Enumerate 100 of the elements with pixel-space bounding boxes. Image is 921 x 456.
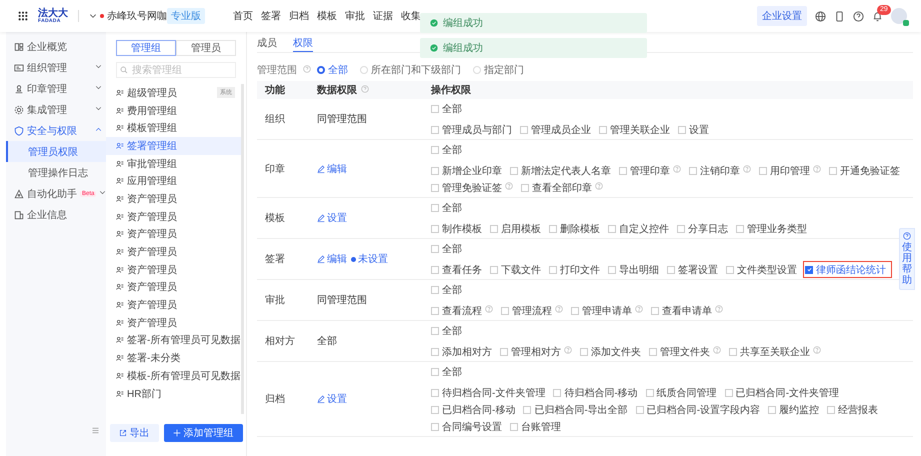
avatar[interactable]: [891, 8, 907, 24]
nav-link[interactable]: 证据: [373, 9, 393, 23]
group-list-item[interactable]: 资产管理员: [106, 260, 241, 279]
segment-tab[interactable]: 管理员: [176, 40, 236, 56]
permission-checkbox[interactable]: 已归档合同-设置字段内容: [636, 403, 760, 416]
permission-checkbox[interactable]: 已归档合同-文件夹管理: [724, 386, 840, 399]
permission-checkbox[interactable]: 用印管理: [759, 164, 821, 177]
permission-checkbox[interactable]: 启用模板: [490, 222, 541, 235]
group-list-item[interactable]: 费用管理组: [106, 102, 241, 120]
permission-checkbox[interactable]: 共享至关联企业: [729, 345, 821, 358]
company-switcher[interactable]: 赤峰玖号网咖: [89, 9, 167, 23]
group-list-item[interactable]: 资产管理员: [106, 296, 241, 314]
nav-link[interactable]: 收集: [401, 9, 421, 23]
permission-checkbox[interactable]: 纸质合同管理: [646, 386, 717, 399]
permission-checkbox[interactable]: 管理免验证签: [431, 181, 513, 194]
permission-checkbox[interactable]: 律师函结论统计: [805, 263, 890, 276]
permission-checkbox[interactable]: 已归档合同-移动: [431, 403, 516, 416]
sidebar-item[interactable]: 企业信息: [6, 204, 106, 225]
select-all-checkbox[interactable]: 全部: [431, 102, 462, 115]
scope-radio[interactable]: 所在部门和下级部门: [360, 63, 461, 77]
permission-checkbox[interactable]: 待归档合同-移动: [553, 386, 638, 399]
group-list-item[interactable]: 签署-未分类: [106, 349, 241, 367]
permission-checkbox[interactable]: 删除模板: [549, 222, 600, 235]
search-field[interactable]: 搜索管理组: [116, 62, 236, 78]
group-list-item[interactable]: 模板-所有管理员可见数据: [106, 367, 241, 385]
permission-checkbox[interactable]: 管理印章: [619, 164, 681, 177]
sidebar-item[interactable]: 企业概览: [6, 36, 106, 57]
group-list-item[interactable]: 审批管理组: [106, 154, 241, 172]
permission-checkbox[interactable]: 合同编号设置: [431, 420, 502, 433]
group-list-item[interactable]: 资产管理员: [106, 190, 241, 208]
sidebar-item[interactable]: 印章管理: [6, 78, 106, 99]
permission-checkbox[interactable]: 添加文件夹: [580, 345, 641, 358]
export-button[interactable]: 导出: [110, 424, 158, 442]
permission-checkbox[interactable]: 管理流程: [501, 304, 563, 317]
group-list-item[interactable]: 资产管理员: [106, 243, 241, 261]
group-list-item[interactable]: 签署-所有管理员可见数据: [106, 332, 241, 350]
nav-link[interactable]: 归档: [289, 9, 309, 23]
help-tab[interactable]: 使用帮助: [899, 228, 915, 290]
select-all-checkbox[interactable]: 全部: [431, 201, 462, 214]
group-list-item[interactable]: 资产管理员: [106, 208, 241, 226]
edit-link[interactable]: 编辑: [317, 162, 347, 176]
permission-checkbox[interactable]: 导出明细: [608, 263, 659, 276]
sidebar-subitem[interactable]: 管理操作日志: [6, 162, 106, 183]
permission-checkbox[interactable]: 管理相对方: [500, 345, 572, 358]
permission-checkbox[interactable]: 已归档合同-导出全部: [523, 403, 628, 416]
permission-checkbox[interactable]: 下载文件: [490, 263, 541, 276]
permission-checkbox[interactable]: 新增企业印章: [431, 164, 502, 177]
edit-link[interactable]: 设置: [317, 392, 347, 406]
permission-checkbox[interactable]: 待归档合同-文件夹管理: [431, 386, 546, 399]
group-list-item[interactable]: 模板管理组: [106, 119, 241, 138]
sidebar-item[interactable]: 安全与权限: [6, 120, 106, 141]
add-group-button[interactable]: 添加管理组: [164, 424, 242, 442]
select-all-checkbox[interactable]: 全部: [431, 324, 462, 337]
sidebar-item[interactable]: 集成管理: [6, 99, 106, 120]
enterprise-settings-button[interactable]: 企业设置: [757, 6, 807, 26]
group-list-item[interactable]: 资产管理员: [106, 314, 241, 332]
nav-link[interactable]: 模板: [317, 9, 337, 23]
permission-checkbox[interactable]: 查看全部印章: [521, 181, 603, 194]
permission-checkbox[interactable]: 打印文件: [549, 263, 600, 276]
permission-checkbox[interactable]: 管理成员与部门: [431, 123, 512, 136]
nav-link[interactable]: 审批: [345, 9, 365, 23]
scope-radio[interactable]: 全部: [317, 63, 348, 77]
permission-checkbox[interactable]: 注销印章: [689, 164, 751, 177]
permission-checkbox[interactable]: 查看任务: [431, 263, 482, 276]
sidebar-item[interactable]: 组织管理: [6, 57, 106, 78]
permission-checkbox[interactable]: 查看流程: [431, 304, 493, 317]
permission-checkbox[interactable]: 设置: [678, 123, 709, 136]
permission-checkbox[interactable]: 管理申请单: [571, 304, 643, 317]
edit-link[interactable]: 编辑: [317, 252, 347, 266]
permission-checkbox[interactable]: 自定义控件: [608, 222, 669, 235]
permission-checkbox[interactable]: 管理文件夹: [649, 345, 721, 358]
group-list-item[interactable]: 应用管理组: [106, 172, 241, 190]
permission-checkbox[interactable]: 制作模板: [431, 222, 482, 235]
nav-link[interactable]: 首页: [233, 9, 253, 23]
permission-checkbox[interactable]: 文件类型设置: [726, 263, 797, 276]
permission-checkbox[interactable]: 开通免验证签: [829, 164, 900, 177]
select-all-checkbox[interactable]: 全部: [431, 143, 462, 156]
group-list-item[interactable]: 资产管理员: [106, 226, 241, 244]
group-list-item[interactable]: HR部门: [106, 384, 241, 402]
permission-checkbox[interactable]: 查看申请单: [651, 304, 723, 317]
permission-checkbox[interactable]: 添加相对方: [431, 345, 492, 358]
permission-checkbox[interactable]: 管理成员企业: [520, 123, 591, 136]
permission-checkbox[interactable]: 履约监控: [768, 403, 820, 416]
tab[interactable]: 成员: [257, 36, 277, 51]
select-all-checkbox[interactable]: 全部: [431, 365, 462, 378]
tab[interactable]: 权限: [293, 36, 313, 52]
permission-checkbox[interactable]: 台账管理: [510, 420, 561, 433]
permission-checkbox[interactable]: 签署设置: [667, 263, 718, 276]
segment-tab[interactable]: 管理组: [116, 40, 176, 56]
permission-checkbox[interactable]: 新增法定代表人名章: [510, 164, 611, 177]
permission-checkbox[interactable]: 管理关联企业: [599, 123, 670, 136]
permission-checkbox[interactable]: 管理业务类型: [736, 222, 807, 235]
nav-link[interactable]: 签署: [261, 9, 281, 23]
sidebar-subitem[interactable]: 管理员权限: [6, 141, 106, 162]
scope-radio[interactable]: 指定部门: [473, 63, 524, 77]
group-list-item[interactable]: 资产管理员: [106, 278, 241, 296]
select-all-checkbox[interactable]: 全部: [431, 242, 462, 255]
permission-checkbox[interactable]: 经营报表: [827, 403, 878, 416]
edit-link[interactable]: 设置: [317, 211, 347, 225]
select-all-checkbox[interactable]: 全部: [431, 283, 462, 296]
